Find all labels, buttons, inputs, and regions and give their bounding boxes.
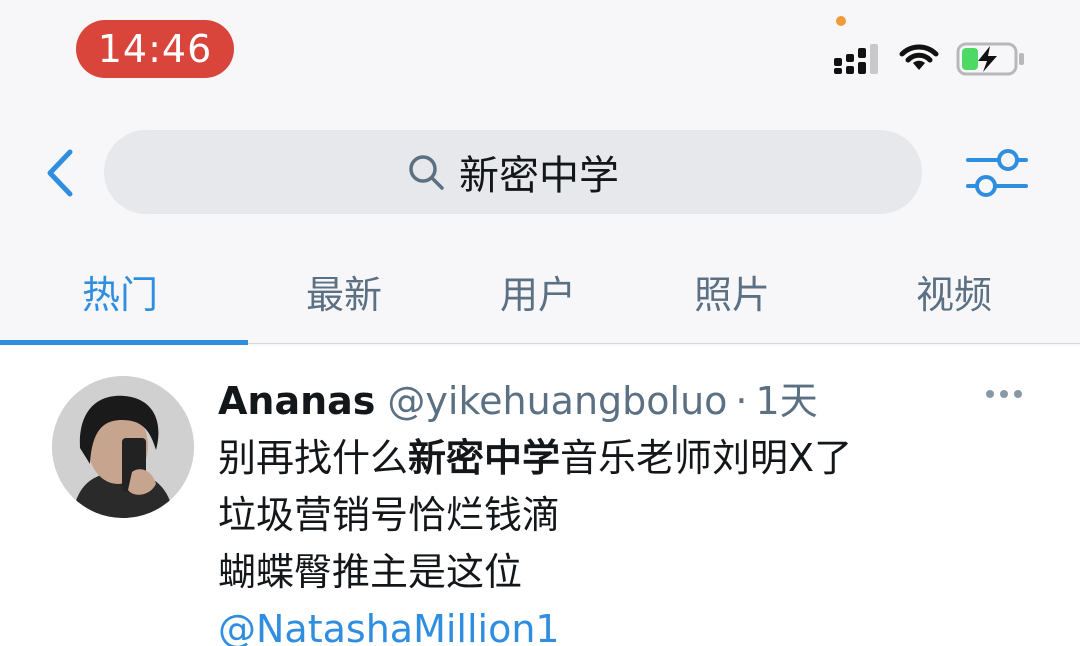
back-chevron-icon[interactable]: [40, 146, 84, 200]
tweet-text-segment: 别再找什么: [218, 436, 409, 480]
tweet-header: Ananas @yikehuangboluo · 1天: [218, 370, 818, 425]
active-tab-indicator: [0, 340, 248, 345]
tab-people[interactable]: 用户: [500, 264, 576, 319]
tweet-card[interactable]: Ananas @yikehuangboluo · 1天 别再找什么新密中学音乐老师刘明…: [0, 346, 1080, 646]
tweet-line-3: 蝴蝶臀推主是这位: [218, 550, 523, 594]
search-query: 新密中学: [459, 153, 619, 199]
tweet-text-segment: 音乐老师刘明X了: [560, 436, 853, 480]
user-handle[interactable]: @yikehuangboluo: [387, 379, 727, 423]
display-name[interactable]: Ananas: [218, 379, 375, 423]
status-time-pill[interactable]: 14:46: [76, 20, 234, 78]
status-time: 14:46: [97, 27, 213, 71]
battery-charging-icon: [956, 42, 1024, 76]
signal-icon: [834, 44, 878, 74]
search-tabs: 热门 最新 用户 照片 视频: [0, 250, 1080, 345]
separator-dot: ·: [735, 379, 748, 423]
filter-sliders-icon[interactable]: [966, 146, 1028, 200]
tweet-text: 别再找什么新密中学音乐老师刘明X了 垃圾营销号恰烂钱滴 蝴蝶臀推主是这位 @Na…: [218, 430, 1038, 646]
tweet-timestamp: 1天: [755, 379, 818, 423]
tab-top[interactable]: 热门: [82, 264, 158, 319]
wifi-icon: [899, 44, 939, 70]
tab-videos[interactable]: 视频: [916, 264, 992, 319]
privacy-indicator-dot: [836, 16, 846, 26]
tweet-line-2: 垃圾营销号恰烂钱滴: [218, 493, 561, 537]
more-options-icon[interactable]: [984, 384, 1024, 404]
search-term-highlight: 新密中学: [408, 436, 561, 480]
tab-photos[interactable]: 照片: [694, 264, 770, 319]
search-input[interactable]: 新密中学: [104, 130, 922, 214]
tab-latest[interactable]: 最新: [306, 264, 382, 319]
avatar-photo-icon: [52, 376, 194, 518]
screen: 14:46 新密中学 热门 最新 用户 照片 视频 Ananas @yikehu…: [0, 0, 1080, 646]
search-icon: [409, 155, 444, 190]
avatar[interactable]: [52, 376, 194, 518]
mention-link[interactable]: @NatashaMillion1: [218, 601, 1038, 646]
tweet-line-1: 别再找什么新密中学音乐老师刘明X了: [218, 430, 1038, 487]
